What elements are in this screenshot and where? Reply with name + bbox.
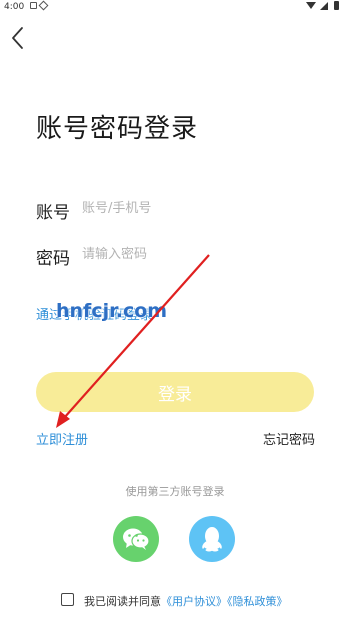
chevron-left-icon [12,27,23,49]
status-time: 4:00 [4,2,25,12]
forgot-password-link[interactable]: 忘记密码 [263,429,315,448]
privacy-policy-link[interactable]: 《隐私政策》 [227,595,288,608]
third-party-label: 使用第三方账号登录 [125,485,225,498]
register-link[interactable]: 立即注册 [36,429,88,448]
wifi-icon [306,2,316,9]
notification-icon [30,2,37,9]
agreement-checkbox[interactable] [61,593,74,606]
agreement-prefix: 我已阅读并同意 [84,595,161,608]
battery-icon [334,1,339,10]
account-input[interactable] [82,198,282,218]
wechat-icon [123,528,150,550]
user-agreement-link[interactable]: 《用户协议》 [161,595,227,608]
signal-icon [320,2,328,10]
login-button[interactable]: 登录 [36,372,314,412]
wechat-login-button[interactable] [113,516,159,562]
back-button[interactable] [6,24,30,52]
password-input[interactable] [82,244,282,264]
qq-login-button[interactable] [189,516,235,562]
app-notification-icon [38,0,49,11]
status-bar: 4:00 [0,0,350,14]
agreement-text: 我已阅读并同意《用户协议》《隐私政策》 [84,593,288,609]
account-label: 账号 [36,203,70,223]
watermark-text: hnfcjr.com [56,300,168,322]
page-title: 账号密码登录 [36,114,199,144]
password-label: 密码 [36,249,70,269]
qq-icon [202,527,222,552]
